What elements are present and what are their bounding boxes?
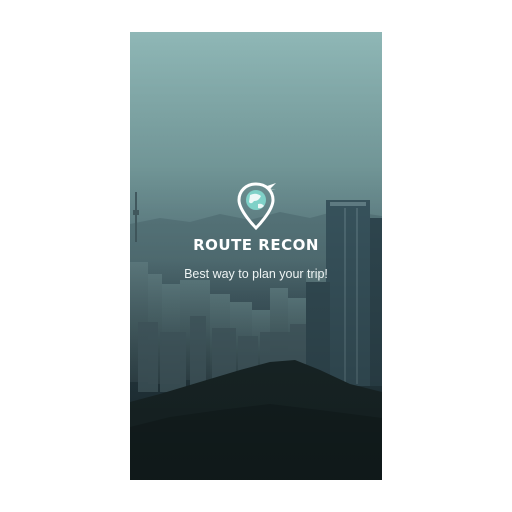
tagline: Best way to plan your trip!: [184, 267, 328, 281]
brand-block: ROUTE RECON Best way to plan your trip!: [130, 180, 382, 281]
splash-screen: ROUTE RECON Best way to plan your trip!: [130, 32, 382, 480]
map-pin-globe-icon: [237, 182, 276, 231]
app-name: ROUTE RECON: [193, 236, 319, 254]
